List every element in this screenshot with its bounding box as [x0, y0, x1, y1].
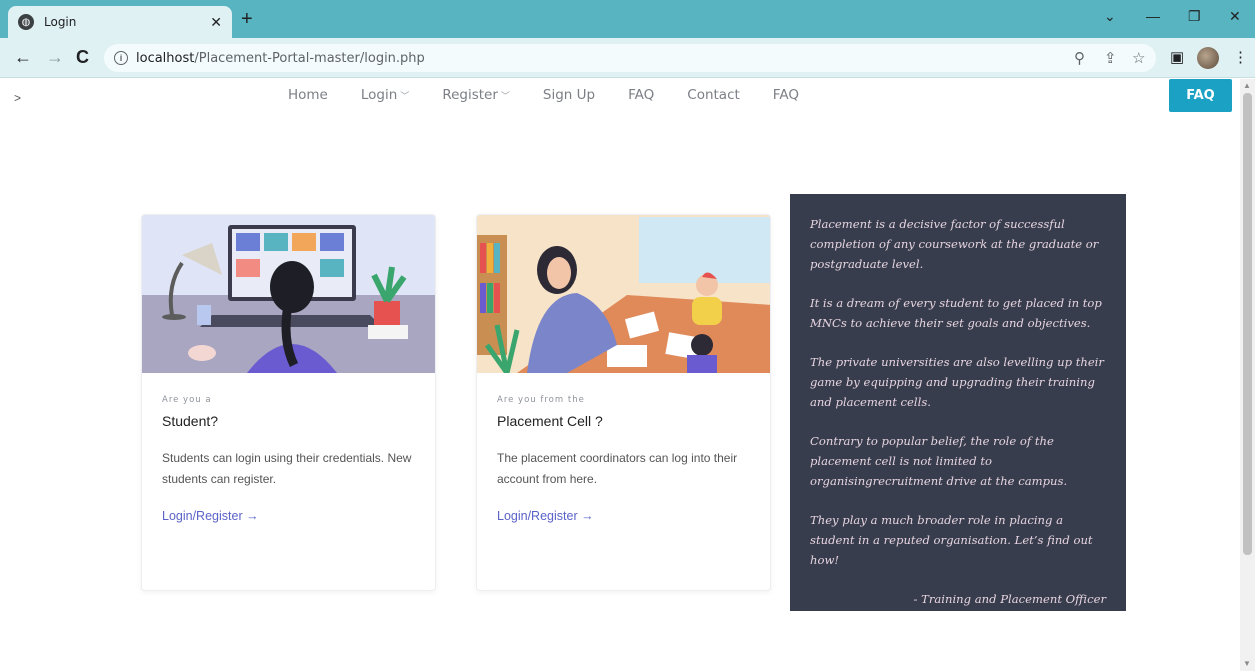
arrow-right-icon: → [246, 509, 259, 523]
link-label: Login/Register [162, 509, 243, 523]
placement-cell-card: Are you from the Placement Cell ? The pl… [476, 214, 771, 591]
close-window-icon[interactable]: ✕ [1229, 8, 1241, 25]
quote-paragraph: It is a dream of every student to get pl… [810, 296, 1102, 330]
card-title: Student? [162, 413, 219, 429]
minimize-icon[interactable]: — [1146, 8, 1160, 24]
avatar[interactable] [1197, 47, 1219, 69]
nav-login[interactable]: Login ﹀ [361, 87, 409, 103]
nav-register-label: Register [442, 87, 498, 103]
quote-signature: - Training and Placement Officer [913, 592, 1107, 606]
faq-button[interactable]: FAQ [1169, 79, 1232, 112]
card-eyebrow: Are you a [162, 395, 212, 405]
card-text: The placement coordinators can log into … [497, 451, 738, 486]
quote-paragraph: The private universities are also levell… [810, 355, 1104, 409]
nav-faq[interactable]: FAQ [628, 87, 654, 103]
chevron-down-icon: ﹀ [400, 92, 410, 102]
card-eyebrow: Are you from the [497, 395, 585, 405]
back-icon[interactable]: ← [14, 48, 32, 66]
side-panel-icon[interactable]: ▣ [1170, 48, 1184, 66]
nav-faq-2[interactable]: FAQ [773, 87, 799, 103]
restore-icon[interactable]: ❐ [1188, 8, 1201, 25]
placement-illustration [477, 215, 770, 373]
forward-icon[interactable]: → [46, 48, 64, 66]
nav-contact[interactable]: Contact [687, 87, 740, 103]
card-text: Students can login using their credentia… [162, 451, 412, 486]
chevron-down-icon[interactable]: ⌄ [1104, 8, 1116, 25]
new-tab-icon[interactable]: + [241, 9, 253, 29]
quote-paragraph: Placement is a decisive factor of succes… [810, 217, 1099, 271]
address-bar[interactable]: i localhost/Placement-Portal-master/logi… [104, 44, 1156, 72]
arrow-right-icon: → [581, 509, 594, 523]
student-card: Are you a Student? Students can login us… [141, 214, 436, 591]
nav-signup[interactable]: Sign Up [543, 87, 595, 103]
placement-login-register-link[interactable]: Login/Register → [497, 509, 594, 523]
nav-toggle[interactable]: > [14, 91, 21, 105]
scroll-down-icon[interactable]: ▼ [1243, 659, 1251, 668]
browser-tab-bar: ◍ Login ✕ + ⌄ — ❐ ✕ [0, 0, 1255, 38]
close-tab-icon[interactable]: ✕ [210, 14, 222, 31]
link-label: Login/Register [497, 509, 578, 523]
nav-register[interactable]: Register ﹀ [442, 87, 510, 103]
nav-login-label: Login [360, 87, 398, 103]
quote-paragraph: They play a much broader role in placing… [810, 513, 1093, 567]
page-content: > Home Login ﹀ Register ﹀ Sign Up FAQ Cont… [0, 79, 1240, 671]
main-nav: Home Login ﹀ Register ﹀ Sign Up FAQ Contac… [288, 87, 832, 103]
tab-title: Login [44, 15, 77, 29]
nav-home[interactable]: Home [288, 87, 328, 103]
student-illustration [142, 215, 435, 373]
quote-paragraph: Contrary to popular belief, the role of … [810, 434, 1068, 488]
student-login-register-link[interactable]: Login/Register → [162, 509, 259, 523]
globe-icon: ◍ [18, 14, 34, 30]
info-icon[interactable]: i [114, 51, 128, 65]
quote-panel: Placement is a decisive factor of succes… [790, 194, 1126, 611]
zoom-icon[interactable]: ⚲ [1074, 49, 1085, 67]
address-toolbar: ← → C i localhost/Placement-Portal-maste… [0, 38, 1255, 78]
url-text: localhost/Placement-Portal-master/login.… [136, 50, 425, 66]
bookmark-star-icon[interactable]: ☆ [1132, 49, 1145, 67]
scroll-thumb[interactable] [1243, 93, 1252, 555]
menu-kebab-icon[interactable]: ⋮ [1233, 48, 1248, 66]
card-title: Placement Cell ? [497, 413, 603, 429]
chevron-down-icon: ﹀ [500, 92, 510, 102]
browser-tab[interactable]: ◍ Login ✕ [8, 6, 232, 38]
share-icon[interactable]: ⇪ [1104, 49, 1117, 67]
scroll-up-icon[interactable]: ▲ [1243, 81, 1251, 90]
reload-icon[interactable]: C [76, 48, 89, 66]
page-scrollbar[interactable]: ▲ ▼ [1240, 79, 1255, 671]
